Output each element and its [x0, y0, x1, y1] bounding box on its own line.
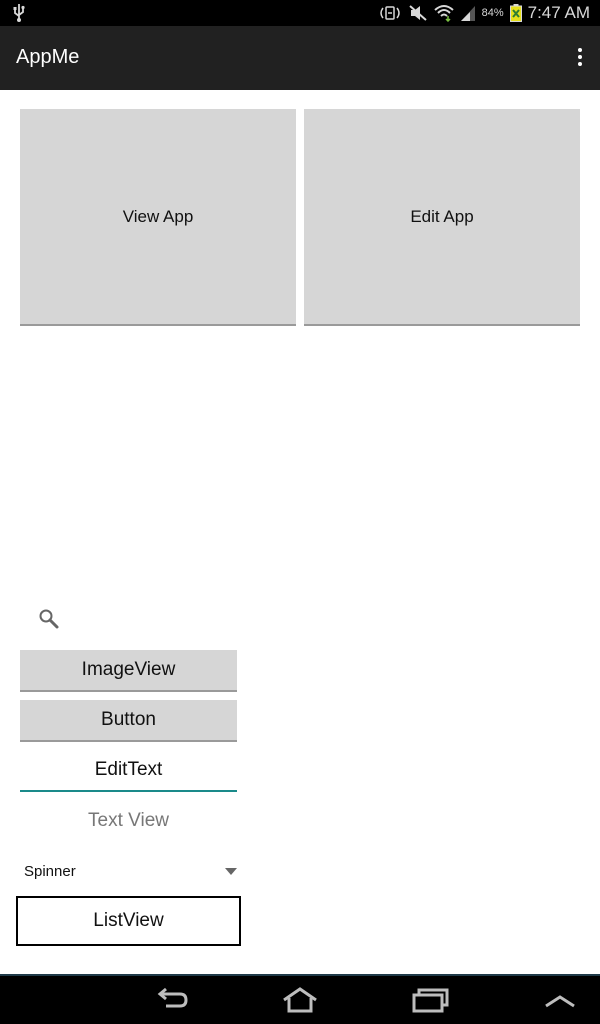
- battery-icon: [509, 4, 522, 22]
- edit-app-button[interactable]: Edit App: [304, 109, 580, 326]
- search-icon[interactable]: [38, 608, 60, 630]
- listview-widget[interactable]: ListView: [16, 896, 241, 946]
- battery-percent: 84%: [481, 7, 504, 19]
- status-bar: 84% 7:47 AM: [0, 0, 600, 26]
- wifi-icon: [433, 5, 454, 22]
- mute-icon: [408, 5, 427, 21]
- recents-icon[interactable]: [410, 986, 450, 1014]
- up-icon[interactable]: [540, 986, 580, 1014]
- view-app-button[interactable]: View App: [20, 109, 296, 326]
- navigation-bar: [0, 976, 600, 1024]
- spinner-selected-value: Spinner: [24, 863, 76, 880]
- back-icon[interactable]: [150, 986, 190, 1014]
- action-bar: AppMe: [0, 26, 600, 90]
- spinner-dropdown[interactable]: Spinner: [20, 856, 237, 886]
- overflow-menu-icon[interactable]: [572, 46, 588, 70]
- signal-icon: [460, 6, 475, 21]
- imageview-button[interactable]: ImageView: [20, 650, 237, 692]
- nfc-icon: [379, 6, 400, 20]
- home-icon[interactable]: [280, 986, 320, 1014]
- clock: 7:47 AM: [527, 3, 590, 22]
- button-widget[interactable]: Button: [20, 700, 237, 742]
- app-title: AppMe: [16, 46, 80, 68]
- dropdown-arrow-icon: [225, 868, 237, 875]
- edittext-field[interactable]: EditText: [20, 750, 237, 792]
- usb-icon: [13, 4, 25, 22]
- text-view: Text View: [88, 810, 169, 831]
- main-content: View App Edit App ImageView Button EditT…: [0, 90, 600, 976]
